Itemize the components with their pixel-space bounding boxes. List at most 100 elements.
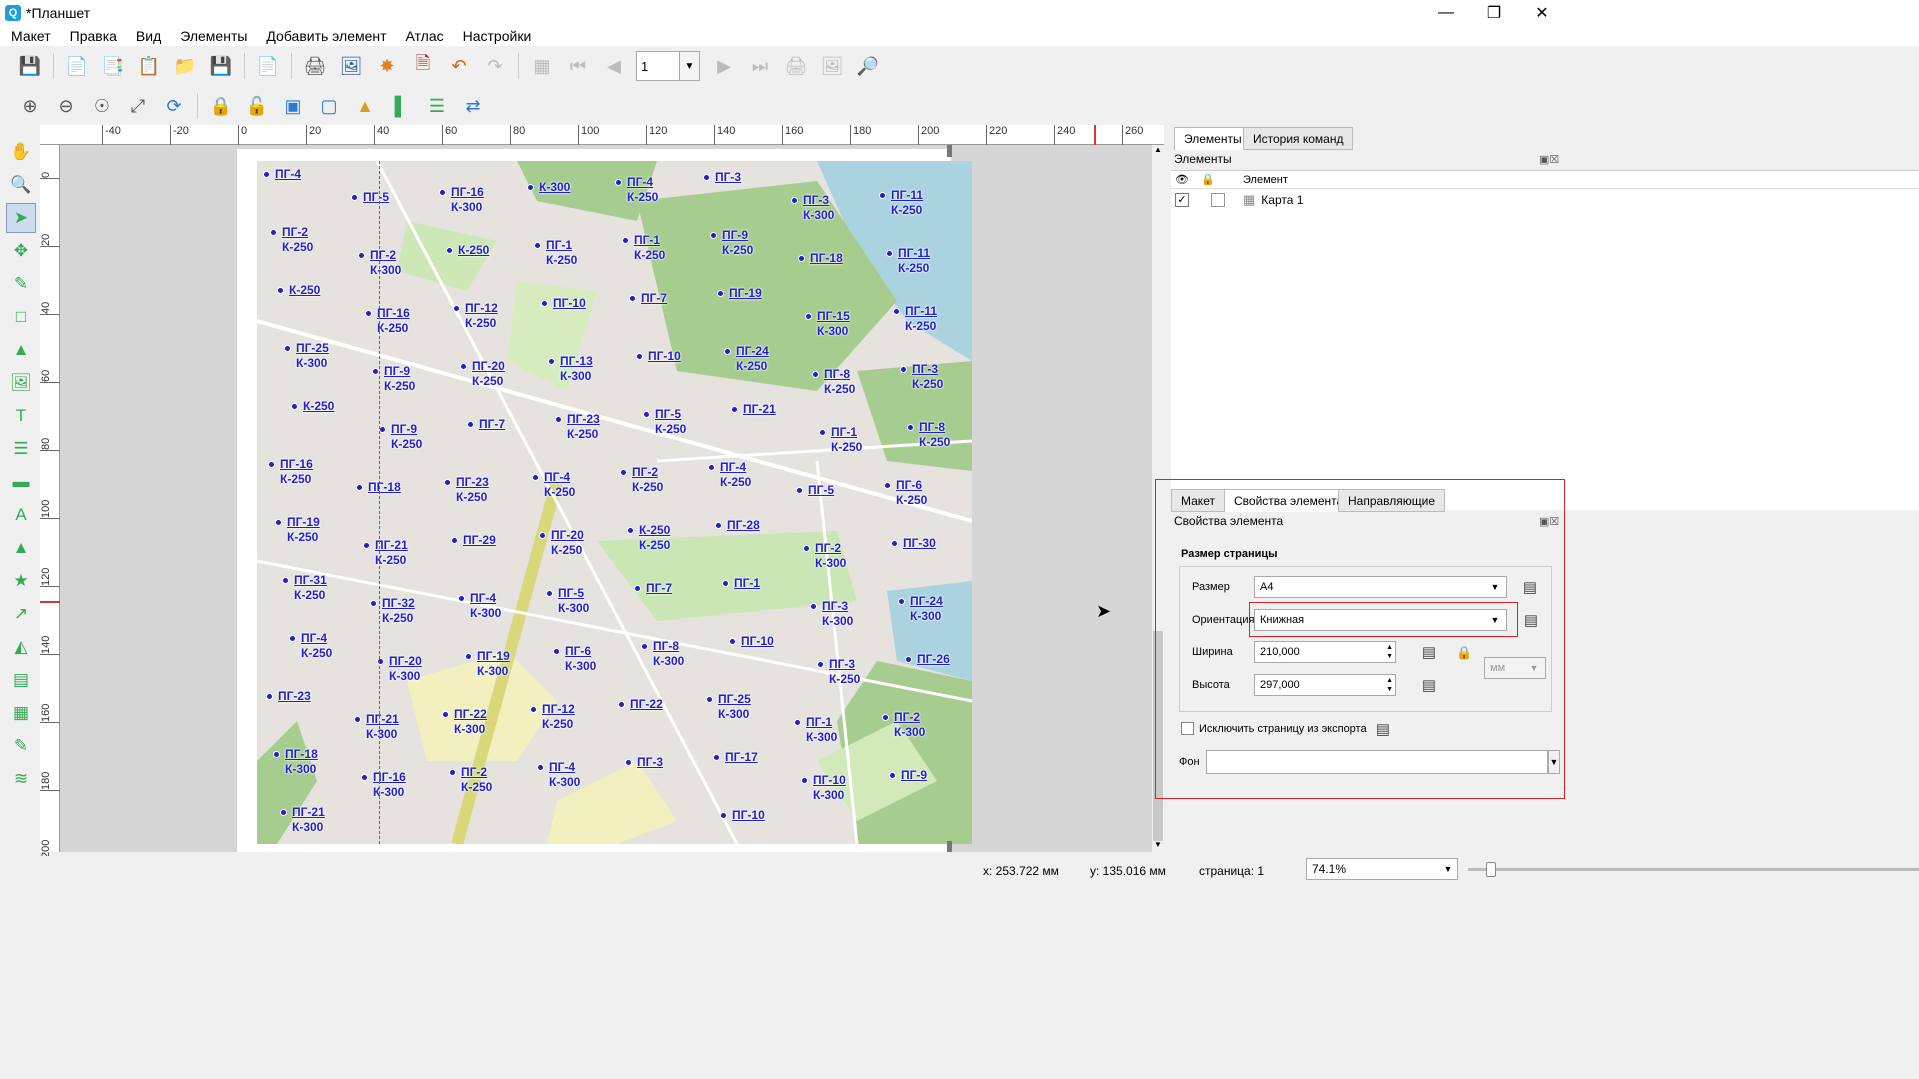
- menu-add-item[interactable]: Добавить элемент: [255, 28, 394, 44]
- visibility-checkbox[interactable]: ✓: [1175, 193, 1189, 207]
- chevron-down-icon[interactable]: ▼: [1484, 577, 1506, 597]
- add-polyline-icon[interactable]: ◭: [6, 632, 36, 662]
- lock-checkbox[interactable]: [1211, 193, 1225, 207]
- close-button[interactable]: ✕: [1519, 0, 1565, 26]
- select-tool-icon[interactable]: ➤: [6, 203, 36, 233]
- refresh-icon[interactable]: ⟳: [159, 91, 189, 121]
- tab-undo-history[interactable]: История команд: [1243, 127, 1354, 150]
- list-item[interactable]: ✓ ▦ Карта 1: [1171, 189, 1919, 211]
- orientation-select[interactable]: Книжная ▼: [1254, 609, 1507, 631]
- width-spinbox[interactable]: 210,000 ▲ ▼: [1254, 641, 1396, 663]
- data-defined-override-icon[interactable]: ▤: [1518, 576, 1542, 598]
- redo-icon[interactable]: ↷: [480, 51, 510, 81]
- panel-float-close-icon[interactable]: ▣☒: [1539, 515, 1559, 528]
- add-elevation-profile-icon[interactable]: ≋: [6, 764, 36, 794]
- data-defined-override-icon[interactable]: ▤: [1519, 609, 1543, 631]
- open-template-icon[interactable]: 📁: [170, 51, 200, 81]
- spin-arrows-icon[interactable]: ▲ ▼: [1386, 676, 1393, 694]
- next-feature-icon[interactable]: ▶: [709, 51, 739, 81]
- edit-nodes-icon[interactable]: ✎: [6, 269, 36, 299]
- add-shape-icon[interactable]: ▲: [6, 533, 36, 563]
- lock-ratio-icon[interactable]: 🔒: [1456, 645, 1472, 661]
- export-image-icon[interactable]: 🖼: [336, 51, 366, 81]
- menu-items[interactable]: Элементы: [169, 28, 255, 44]
- chevron-down-icon[interactable]: ▼: [1439, 859, 1457, 879]
- zoom-actual-icon[interactable]: ☉: [87, 91, 117, 121]
- unlock-items-icon[interactable]: 🔓: [242, 91, 272, 121]
- raise-items-icon[interactable]: ▲: [350, 91, 380, 121]
- tab-guides[interactable]: Направляющие: [1338, 489, 1446, 512]
- background-symbol-button[interactable]: [1206, 750, 1548, 774]
- add-picture-icon[interactable]: 🖼: [6, 368, 36, 398]
- zoom-slider[interactable]: [1468, 862, 1919, 877]
- chevron-down-icon[interactable]: ▼: [1548, 750, 1560, 774]
- layout-manager-icon[interactable]: 📋: [134, 51, 164, 81]
- new-layout-icon[interactable]: 📄: [62, 51, 92, 81]
- export-pdf-icon[interactable]: 🗎: [408, 51, 438, 81]
- resize-icon[interactable]: ⇄: [458, 91, 488, 121]
- add-label-icon[interactable]: T: [6, 401, 36, 431]
- tab-item-properties[interactable]: Свойства элемента: [1224, 489, 1354, 512]
- save-icon[interactable]: 💾: [15, 51, 45, 81]
- data-defined-override-icon[interactable]: ▤: [1417, 674, 1441, 696]
- add-page-icon[interactable]: 📄: [253, 51, 283, 81]
- add-fixed-table-icon[interactable]: ✎: [6, 731, 36, 761]
- panel-float-close-icon[interactable]: ▣☒: [1539, 153, 1559, 166]
- add-3d-map-icon[interactable]: ▲: [6, 335, 36, 365]
- move-content-icon[interactable]: ✥: [6, 236, 36, 266]
- chevron-down-icon[interactable]: ▼: [1523, 658, 1545, 678]
- menu-view[interactable]: Вид: [125, 28, 169, 44]
- tab-layout[interactable]: Макет: [1171, 489, 1225, 512]
- menu-edit[interactable]: Правка: [59, 28, 125, 44]
- print-atlas-icon[interactable]: 🖨: [781, 51, 811, 81]
- atlas-page-input[interactable]: 1: [636, 51, 680, 81]
- distribute-icon[interactable]: ☰: [422, 91, 452, 121]
- add-legend-icon[interactable]: ☰: [6, 434, 36, 464]
- export-atlas-icon[interactable]: 🖼: [817, 51, 847, 81]
- duplicate-layout-icon[interactable]: 📑: [98, 51, 128, 81]
- add-marker-icon[interactable]: ★: [6, 566, 36, 596]
- pan-tool-icon[interactable]: ✋: [6, 137, 36, 167]
- units-select[interactable]: мм ▼: [1484, 657, 1546, 679]
- height-spinbox[interactable]: 297,000 ▲ ▼: [1254, 674, 1396, 696]
- item-name[interactable]: Карта 1: [1261, 193, 1303, 207]
- zoom-slider-handle[interactable]: [1485, 862, 1496, 877]
- undo-icon[interactable]: ↶: [444, 51, 474, 81]
- menu-settings[interactable]: Настройки: [452, 28, 540, 44]
- lock-items-icon[interactable]: 🔒: [206, 91, 236, 121]
- group-items-icon[interactable]: ▣: [278, 91, 308, 121]
- zoom-in-icon[interactable]: ⊕: [15, 91, 45, 121]
- zoom-combobox[interactable]: 74.1% ▼: [1306, 858, 1458, 880]
- last-feature-icon[interactable]: ⏭: [745, 51, 775, 81]
- guide-line[interactable]: [379, 161, 380, 844]
- add-html-icon[interactable]: ▤: [6, 665, 36, 695]
- layout-page[interactable]: ПГ-4 ПГ-5 ПГ-16 К-300 К-300 ПГ-4 К-250 ПГ-3 ПГ-3…: [237, 149, 972, 852]
- menu-layout[interactable]: Макет: [0, 28, 59, 44]
- add-arrow-icon[interactable]: ↗: [6, 599, 36, 629]
- atlas-page-dropdown[interactable]: ▼: [680, 51, 700, 81]
- menu-atlas[interactable]: Атлас: [395, 28, 452, 44]
- add-attribute-table-icon[interactable]: ▦: [6, 698, 36, 728]
- print-icon[interactable]: 🖨: [300, 51, 330, 81]
- data-defined-override-icon[interactable]: ▤: [1417, 641, 1441, 663]
- first-feature-icon[interactable]: ⏮: [563, 51, 593, 81]
- maximize-button[interactable]: ❐: [1471, 0, 1517, 26]
- align-left-icon[interactable]: ▌: [386, 91, 416, 121]
- atlas-preview-icon[interactable]: ▦: [527, 51, 557, 81]
- spin-arrows-icon[interactable]: ▲ ▼: [1386, 643, 1393, 661]
- data-defined-override-icon[interactable]: ▤: [1371, 718, 1395, 740]
- atlas-settings-icon[interactable]: 🔎: [853, 51, 883, 81]
- zoom-tool-icon[interactable]: 🔍: [6, 170, 36, 200]
- minimize-button[interactable]: —: [1423, 0, 1469, 26]
- zoom-out-icon[interactable]: ⊖: [51, 91, 81, 121]
- add-scalebar-icon[interactable]: ▬: [6, 467, 36, 497]
- chevron-down-icon[interactable]: ▼: [1484, 610, 1506, 630]
- add-north-arrow-icon[interactable]: A: [6, 500, 36, 530]
- export-svg-icon[interactable]: ✸: [372, 51, 402, 81]
- previous-feature-icon[interactable]: ◀: [599, 51, 629, 81]
- save-template-icon[interactable]: 💾: [206, 51, 236, 81]
- page-size-select[interactable]: A4 ▼: [1254, 576, 1507, 598]
- add-page-tool-icon[interactable]: □: [6, 302, 36, 332]
- tab-items[interactable]: Элементы: [1174, 127, 1252, 150]
- exclude-page-checkbox[interactable]: [1181, 722, 1194, 735]
